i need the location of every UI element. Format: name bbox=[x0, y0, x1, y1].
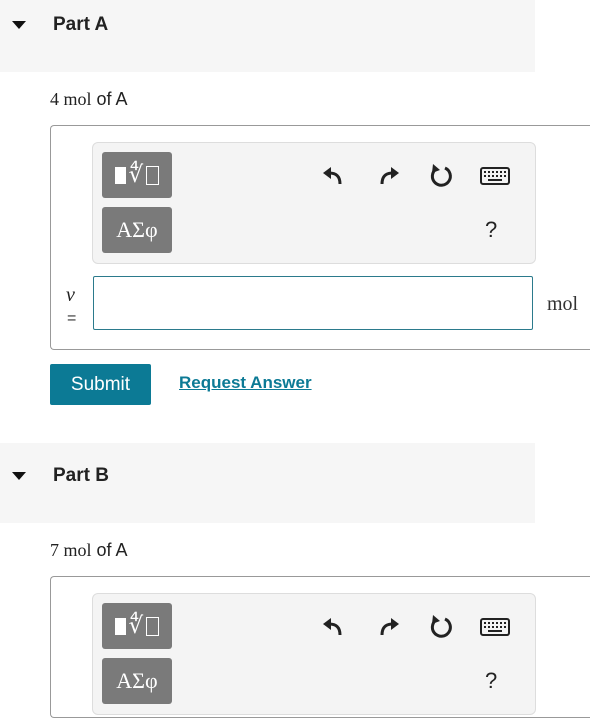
symbols-button[interactable]: ΑΣφ bbox=[102, 207, 172, 253]
help-button[interactable]: ? bbox=[485, 217, 497, 243]
part-b-answer-box: ∜ ΑΣφ ? bbox=[50, 576, 590, 718]
request-answer-link[interactable]: Request Answer bbox=[179, 373, 312, 393]
unit-label: mol bbox=[547, 293, 579, 315]
fraction-root-template-icon: ∜ bbox=[114, 163, 160, 187]
part-a-quantity: 4 mol bbox=[50, 89, 92, 109]
keyboard-button[interactable] bbox=[479, 612, 511, 642]
reset-button[interactable] bbox=[426, 161, 456, 191]
redo-icon bbox=[380, 167, 399, 185]
part-b-prompt: 7 mol of A bbox=[50, 540, 128, 561]
variable-symbol: ν bbox=[66, 284, 75, 306]
part-b-header[interactable]: Part B bbox=[0, 443, 535, 523]
part-a-answer-box: ∜ ΑΣφ ? ν = mol bbox=[50, 125, 590, 350]
caret-down-icon[interactable] bbox=[12, 21, 26, 29]
symbols-button[interactable]: ΑΣφ bbox=[102, 658, 172, 704]
templates-button[interactable]: ∜ bbox=[102, 152, 172, 198]
undo-button[interactable] bbox=[319, 161, 349, 191]
part-a-header[interactable]: Part A bbox=[0, 0, 535, 72]
part-a-prompt: 4 mol of A bbox=[50, 89, 128, 110]
undo-button[interactable] bbox=[319, 612, 349, 642]
help-button[interactable]: ? bbox=[485, 668, 497, 694]
redo-button[interactable] bbox=[373, 161, 403, 191]
part-b-quantity: 7 mol bbox=[50, 540, 92, 560]
caret-down-icon[interactable] bbox=[12, 472, 26, 480]
part-b-prompt-suffix: of A bbox=[91, 540, 128, 560]
part-b-title: Part B bbox=[53, 465, 109, 486]
keyboard-button[interactable] bbox=[479, 161, 511, 191]
answer-input[interactable] bbox=[93, 276, 533, 330]
undo-icon bbox=[323, 167, 342, 185]
redo-button[interactable] bbox=[373, 612, 403, 642]
keyboard-icon bbox=[480, 618, 510, 636]
math-toolbar: ∜ ΑΣφ ? bbox=[92, 593, 536, 715]
reset-icon bbox=[430, 615, 452, 638]
math-toolbar: ∜ ΑΣφ ? bbox=[92, 142, 536, 264]
submit-button[interactable]: Submit bbox=[50, 364, 151, 405]
part-a-prompt-suffix: of A bbox=[91, 89, 128, 109]
fraction-root-template-icon: ∜ bbox=[114, 614, 160, 638]
equals-sign: = bbox=[67, 310, 77, 327]
keyboard-icon bbox=[480, 167, 510, 185]
reset-button[interactable] bbox=[426, 612, 456, 642]
part-a-title: Part A bbox=[53, 14, 109, 35]
templates-button[interactable]: ∜ bbox=[102, 603, 172, 649]
reset-icon bbox=[430, 164, 452, 187]
undo-icon bbox=[323, 618, 342, 636]
redo-icon bbox=[380, 618, 399, 636]
